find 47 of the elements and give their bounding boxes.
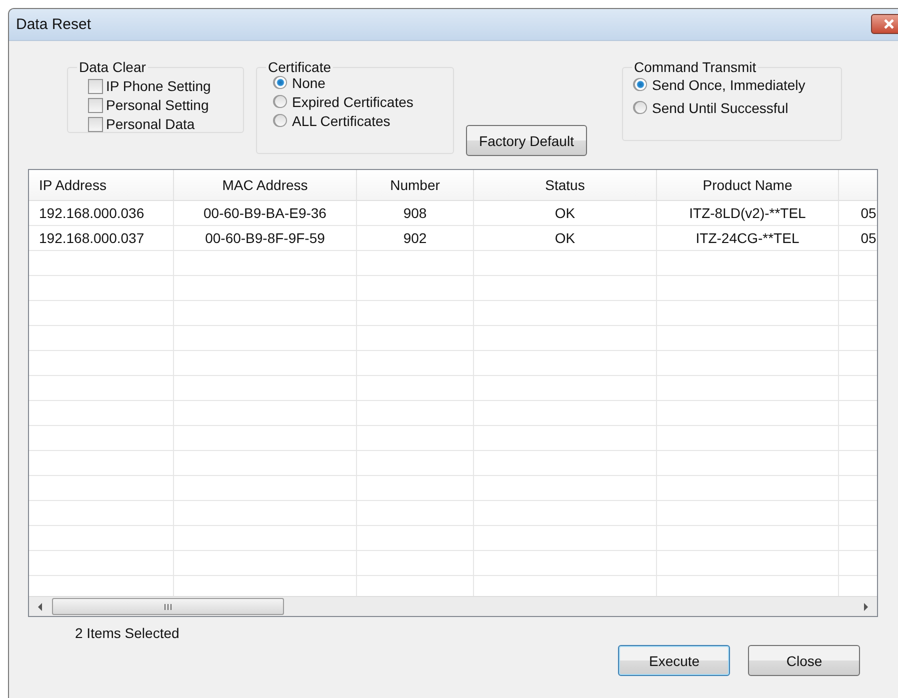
dialog-button[interactable]: Close <box>748 645 860 676</box>
option-label[interactable]: Expired Certificates <box>292 94 414 110</box>
option-label[interactable]: IP Phone Setting <box>106 78 211 94</box>
close-button[interactable] <box>871 14 898 34</box>
column-header[interactable]: Product Name <box>657 170 839 201</box>
column-header[interactable]: IP Address <box>29 170 174 201</box>
option-label[interactable]: Personal Setting <box>106 97 209 113</box>
table-cell: ITZ-24CG-**TEL <box>657 226 839 251</box>
table-cell: 192.168.000.037 <box>29 226 174 251</box>
scroll-left-icon[interactable] <box>37 602 43 610</box>
table-cell: 05 <box>839 226 877 251</box>
table-cell: 908 <box>357 201 474 226</box>
table-cell: 00-60-B9-BA-E9-36 <box>174 201 357 226</box>
column-header[interactable]: Status <box>474 170 657 201</box>
table-cell: 902 <box>357 226 474 251</box>
radio-button[interactable] <box>274 95 287 108</box>
option-label[interactable]: Send Until Successful <box>652 100 788 116</box>
table-cell: OK <box>474 201 657 226</box>
factory-default-button[interactable]: Factory Default <box>466 125 587 156</box>
table-cell: 192.168.000.036 <box>29 201 174 226</box>
option-label[interactable]: Send Once, Immediately <box>652 76 806 92</box>
scroll-right-icon[interactable] <box>863 602 869 610</box>
checkbox[interactable] <box>88 98 103 112</box>
scroll-thumb[interactable] <box>52 598 284 615</box>
radio-button[interactable] <box>634 78 647 91</box>
table-cell: 00-60-B9-8F-9F-59 <box>174 226 357 251</box>
grip-icon <box>164 604 172 610</box>
checkbox[interactable] <box>88 78 103 94</box>
option-label[interactable]: None <box>292 74 326 90</box>
option-label[interactable]: ALL Certificates <box>292 112 390 128</box>
group-title: Command Transmit <box>632 59 758 75</box>
close-icon <box>883 18 895 28</box>
column-header[interactable]: MAC Address <box>174 170 357 201</box>
status-text: 2 Items Selected <box>75 625 180 643</box>
table-cell: ITZ-8LD(v2)-**TEL <box>657 201 839 226</box>
dialog-button[interactable]: Execute <box>618 645 730 676</box>
group-title: Certificate <box>266 59 334 75</box>
radio-button[interactable] <box>274 114 287 127</box>
option-label[interactable]: Personal Data <box>106 116 195 132</box>
window-title: Data Reset <box>15 16 92 33</box>
column-header[interactable]: Number <box>357 170 474 201</box>
table-cell: 05 <box>839 201 877 226</box>
radio-button[interactable] <box>274 76 287 89</box>
radio-button[interactable] <box>634 101 647 114</box>
group-title: Data Clear <box>77 59 148 75</box>
table-cell: OK <box>474 226 657 251</box>
checkbox[interactable] <box>88 116 103 132</box>
